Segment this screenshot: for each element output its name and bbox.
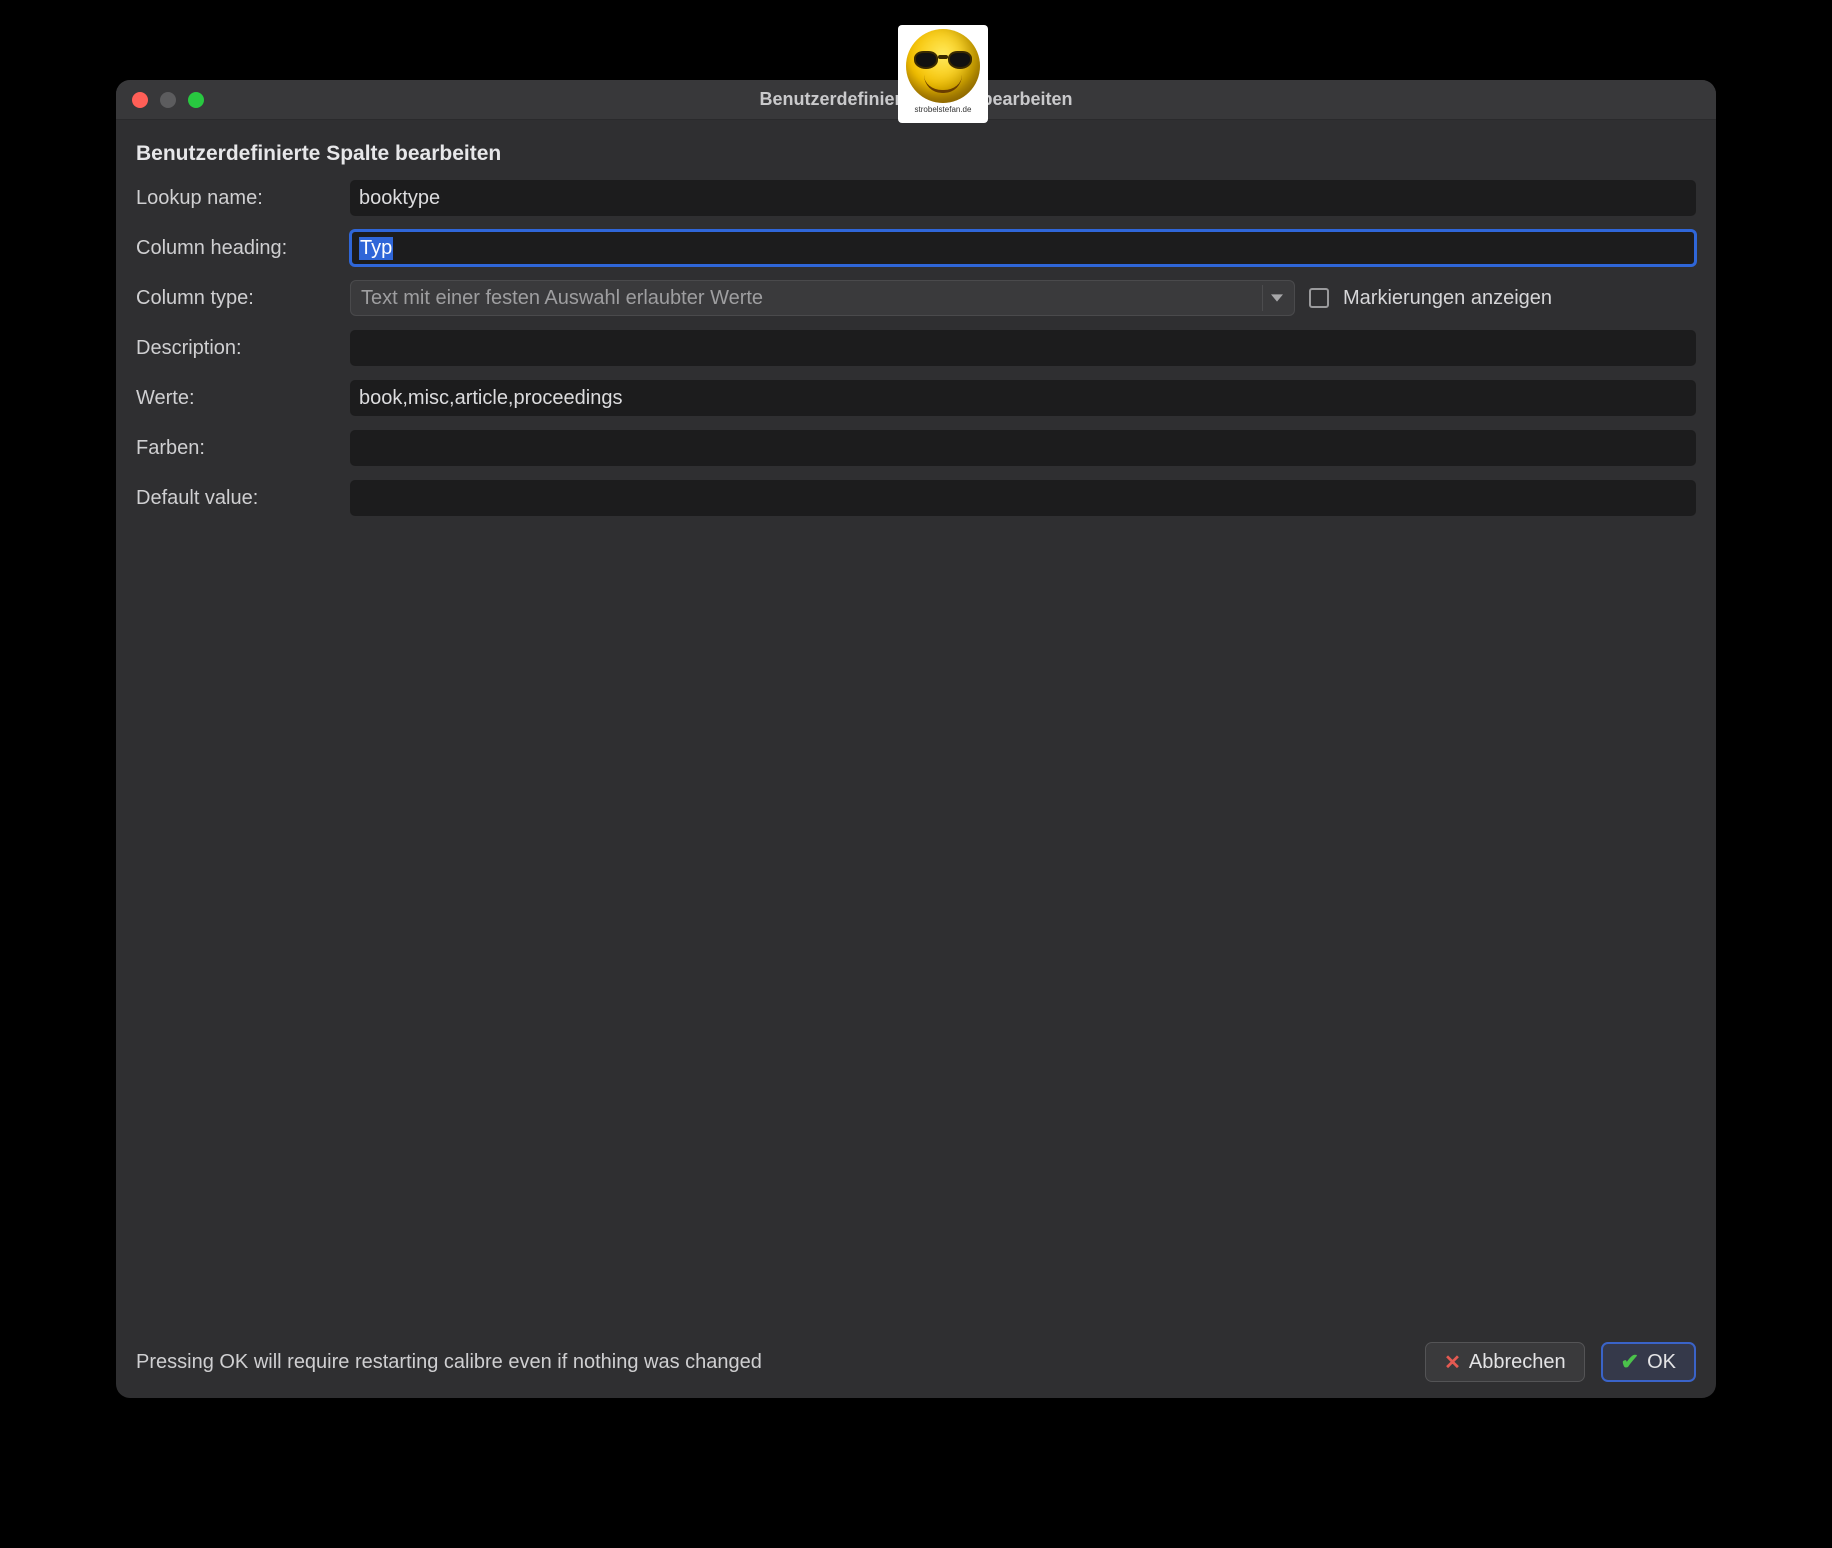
column-heading-input[interactable]: Typ bbox=[350, 230, 1696, 266]
column-heading-label: Column heading: bbox=[136, 237, 340, 260]
column-type-selected: Text mit einer festen Auswahl erlaubter … bbox=[361, 287, 763, 310]
ok-button[interactable]: ✔ OK bbox=[1601, 1342, 1696, 1382]
cancel-button[interactable]: ✕ Abbrechen bbox=[1425, 1342, 1585, 1382]
dialog-window: Benutzerdefinierte Spalte bearbeiten Ben… bbox=[116, 80, 1716, 1398]
default-value-label: Default value: bbox=[136, 487, 340, 510]
restart-note: Pressing OK will require restarting cali… bbox=[136, 1349, 762, 1376]
watermark-badge: strobelstefan.de bbox=[898, 25, 988, 123]
check-icon: ✔ bbox=[1621, 1349, 1639, 1375]
colors-label: Farben: bbox=[136, 437, 340, 460]
lookup-name-input[interactable] bbox=[350, 180, 1696, 216]
show-marks-label: Markierungen anzeigen bbox=[1343, 287, 1552, 310]
cancel-button-label: Abbrechen bbox=[1469, 1351, 1566, 1374]
column-heading-selected-text: Typ bbox=[359, 237, 393, 260]
column-type-select[interactable]: Text mit einer festen Auswahl erlaubter … bbox=[350, 280, 1295, 316]
cancel-icon: ✕ bbox=[1444, 1350, 1461, 1375]
colors-input[interactable] bbox=[350, 430, 1696, 466]
ok-button-label: OK bbox=[1647, 1351, 1676, 1374]
chevron-down-icon bbox=[1262, 285, 1290, 311]
description-input[interactable] bbox=[350, 330, 1696, 366]
lookup-name-label: Lookup name: bbox=[136, 187, 340, 210]
default-value-input[interactable] bbox=[350, 480, 1696, 516]
show-marks-checkbox[interactable] bbox=[1309, 288, 1329, 308]
values-input[interactable] bbox=[350, 380, 1696, 416]
description-label: Description: bbox=[136, 337, 340, 360]
watermark-caption: strobelstefan.de bbox=[915, 105, 972, 114]
values-label: Werte: bbox=[136, 387, 340, 410]
section-heading: Benutzerdefinierte Spalte bearbeiten bbox=[136, 142, 1696, 166]
column-type-label: Column type: bbox=[136, 287, 340, 310]
